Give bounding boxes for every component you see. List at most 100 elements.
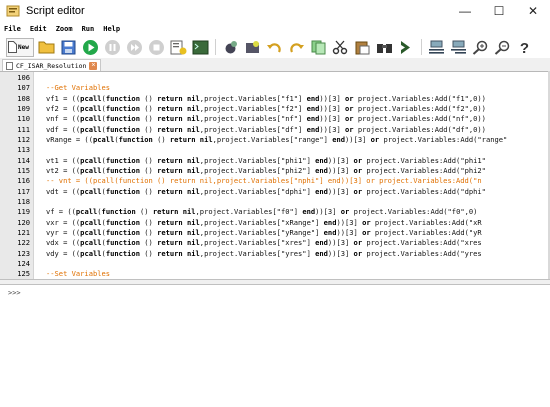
help-button[interactable]: ? xyxy=(515,38,534,57)
console-button[interactable] xyxy=(191,38,210,57)
undo-icon xyxy=(267,42,281,53)
question-icon: ? xyxy=(520,40,529,55)
zoom-in-button[interactable] xyxy=(471,38,490,57)
line-number: 116 xyxy=(17,176,30,186)
line-number: 106 xyxy=(17,73,30,82)
minimize-button[interactable]: — xyxy=(448,0,482,22)
code-text: vt1 = ((pcall(function () return nil,pro… xyxy=(46,155,486,165)
open-button[interactable] xyxy=(37,38,56,57)
code-line: 122 vdx = ((pcall(function () return nil,… xyxy=(0,238,548,248)
code-text: -- vnt = ((pcall(function () return nil,… xyxy=(46,176,482,186)
console-panel[interactable]: >>> xyxy=(0,285,550,407)
code-editor[interactable]: 106 107 --Get Variables 108 vf1 = ((pcall(fu… xyxy=(0,71,548,279)
line-number: 107 xyxy=(17,83,30,93)
zoom-out-icon xyxy=(494,40,510,55)
zoom-in-icon xyxy=(472,40,488,55)
code-line: 120 vxr = ((pcall(function () return nil,… xyxy=(0,218,548,228)
app-icon xyxy=(6,5,20,16)
code-line: 107 --Get Variables xyxy=(0,83,548,93)
code-line: 123 vdy = ((pcall(function () return nil,… xyxy=(0,249,548,259)
svg-text:?: ? xyxy=(520,40,529,55)
code-text: vyr = ((pcall(function () return nil,pro… xyxy=(46,227,482,237)
script-file-icon xyxy=(6,61,13,70)
code-text: vf2 = ((pcall(function () return nil,pro… xyxy=(46,103,486,113)
line-number: 112 xyxy=(17,134,30,144)
menu-bar: File Edit Zoom Run Help xyxy=(0,22,550,36)
line-number: 109 xyxy=(17,103,30,113)
menu-edit[interactable]: Edit xyxy=(30,25,47,33)
menu-help[interactable]: Help xyxy=(103,25,120,33)
stop-button[interactable] xyxy=(147,38,166,57)
line-number: 123 xyxy=(17,248,30,258)
toolbar-separator xyxy=(215,39,216,55)
paste-button[interactable] xyxy=(353,38,372,57)
code-text: --Set Variables xyxy=(46,269,111,279)
toolbar: New ? xyxy=(0,36,550,58)
step-button[interactable] xyxy=(125,38,144,57)
code-line: 109 vf2 = ((pcall(function () return nil,… xyxy=(0,104,548,114)
run-button[interactable] xyxy=(81,38,100,57)
debug-button[interactable] xyxy=(221,38,240,57)
pause-button[interactable] xyxy=(103,38,122,57)
code-line: 115 vt2 = ((pcall(function () return nil,… xyxy=(0,166,548,176)
goto-button[interactable] xyxy=(397,38,416,57)
stop-icon xyxy=(149,39,164,55)
line-number: 117 xyxy=(17,186,30,196)
menu-file[interactable]: File xyxy=(4,25,21,33)
copy-icon xyxy=(311,40,326,54)
breakpoint-button[interactable] xyxy=(243,38,262,57)
console-icon xyxy=(192,40,209,54)
indent-button[interactable] xyxy=(427,38,446,57)
chevron-right-icon xyxy=(401,40,410,54)
tab-script[interactable]: CF_ISAR_Resolution × xyxy=(2,59,102,71)
line-number: 118 xyxy=(17,196,30,206)
code-line: 117 vdt = ((pcall(function () return nil,… xyxy=(0,187,548,197)
line-number: 115 xyxy=(17,165,30,175)
code-line: 119 vf = ((pcall(function () return nil,p… xyxy=(0,207,548,217)
code-line: 106 xyxy=(0,73,548,83)
toolbar-separator xyxy=(421,39,422,55)
line-number: 120 xyxy=(17,217,30,227)
paste-icon xyxy=(355,41,370,54)
tab-close-icon[interactable]: × xyxy=(89,61,98,70)
code-text: --Get Variables xyxy=(46,83,111,93)
redo-button[interactable] xyxy=(287,38,306,57)
undo-button[interactable] xyxy=(265,38,284,57)
line-number: 119 xyxy=(17,207,30,217)
console-prompt: >>> xyxy=(8,289,21,297)
code-lines: 106 107 --Get Variables 108 vf1 = ((pcall(fu… xyxy=(0,73,548,279)
menu-zoom[interactable]: Zoom xyxy=(56,25,73,33)
code-line: 111 vdf = ((pcall(function () return nil,… xyxy=(0,125,548,135)
maximize-button[interactable]: ☐ xyxy=(482,0,516,22)
title-bar: Script editor — ☐ ✕ xyxy=(0,0,550,22)
code-text: vdf = ((pcall(function () return nil,pro… xyxy=(46,124,486,134)
outdent-icon xyxy=(451,40,466,54)
code-text: vnf = ((pcall(function () return nil,pro… xyxy=(46,114,486,124)
code-line: 118 xyxy=(0,197,548,207)
cut-button[interactable] xyxy=(331,38,350,57)
new-button[interactable]: New xyxy=(6,37,34,57)
run-script-button[interactable] xyxy=(169,38,188,57)
copy-button[interactable] xyxy=(309,38,328,57)
code-text: vRange = ((pcall(function () return nil,… xyxy=(46,134,508,144)
scissors-icon xyxy=(332,40,348,54)
find-button[interactable] xyxy=(375,38,394,57)
code-line: 121 vyr = ((pcall(function () return nil,… xyxy=(0,228,548,238)
code-line: 112 vRange = ((pcall(function () return n… xyxy=(0,135,548,145)
step-icon xyxy=(127,39,142,55)
save-button[interactable] xyxy=(59,38,78,57)
code-line: 116 -- vnt = ((pcall(function () return n… xyxy=(0,176,548,186)
code-text: vdx = ((pcall(function () return nil,pro… xyxy=(46,238,482,248)
zoom-out-button[interactable] xyxy=(493,38,512,57)
indent-icon xyxy=(429,40,444,54)
menu-run[interactable]: Run xyxy=(82,25,95,33)
close-button[interactable]: ✕ xyxy=(516,0,550,22)
tab-label: CF_ISAR_Resolution xyxy=(16,61,87,70)
line-number: 125 xyxy=(17,269,30,279)
line-number: 121 xyxy=(17,227,30,237)
line-number: 108 xyxy=(17,93,30,103)
code-line: 108 vf1 = ((pcall(function () return nil,… xyxy=(0,94,548,104)
outdent-button[interactable] xyxy=(449,38,468,57)
tab-bar: CF_ISAR_Resolution × xyxy=(0,58,550,71)
line-number: 114 xyxy=(17,155,30,165)
